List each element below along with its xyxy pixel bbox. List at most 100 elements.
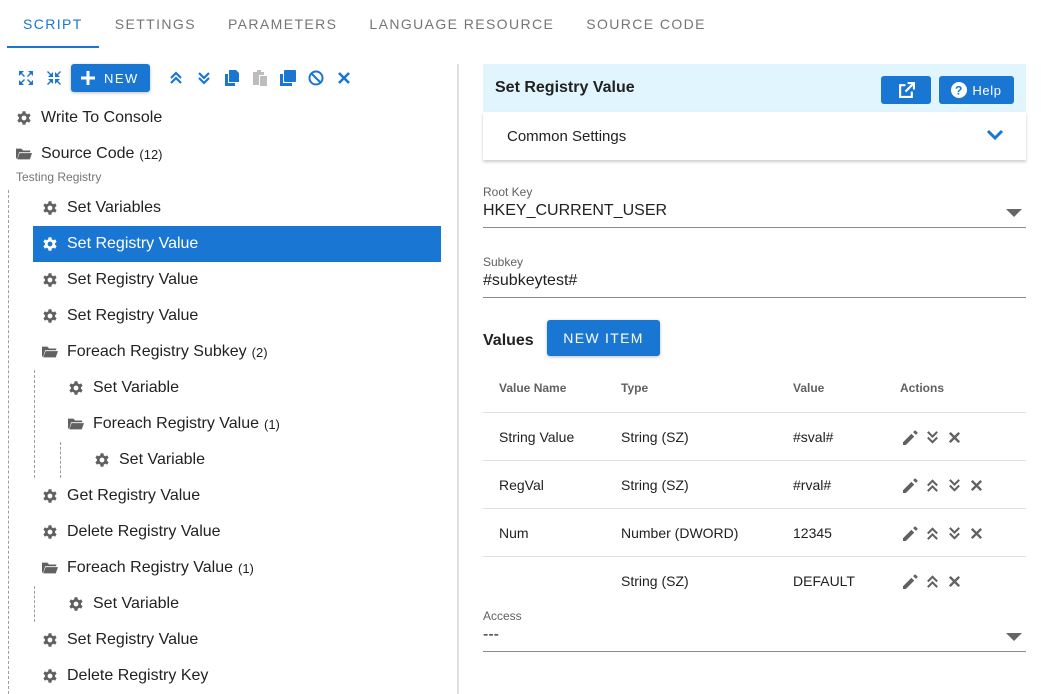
gear-icon [67, 595, 85, 613]
open-external-button[interactable] [881, 76, 931, 104]
subkey-field[interactable]: Subkey #subkeytest# [483, 255, 1026, 298]
tree-node[interactable]: Write To Console [15, 100, 162, 136]
cell-value: 12345 [793, 525, 832, 541]
gear-icon [41, 667, 59, 685]
tree-node-label: Delete Registry Key [67, 667, 209, 684]
tree-node[interactable]: Set Variable [67, 586, 179, 622]
tree-node-label: Set Registry Value [67, 307, 199, 324]
collapse-all-icon[interactable] [40, 64, 68, 92]
gear-icon [41, 307, 59, 325]
access-select[interactable]: Access --- [483, 609, 1026, 652]
row-actions [899, 475, 987, 495]
tree-guide-line [60, 442, 61, 478]
gear-icon [41, 235, 59, 253]
copy-icon[interactable] [218, 64, 246, 92]
tab-source-code[interactable]: Source Code [570, 0, 722, 48]
duplicate-icon[interactable] [274, 64, 302, 92]
group-label: Testing Registry [16, 170, 102, 184]
tree-node[interactable]: Set Variables [41, 190, 161, 226]
tree-node-label: Set Variable [119, 451, 205, 468]
tree-node[interactable]: Foreach Registry Value (1) [67, 406, 280, 442]
pencil-icon[interactable] [899, 475, 921, 495]
tab-settings[interactable]: Settings [99, 0, 212, 48]
move-up-icon[interactable] [921, 523, 943, 543]
chevron-down-icon [986, 129, 1004, 141]
tree-node[interactable]: Foreach Registry Value (1) [41, 550, 254, 586]
tree-node[interactable]: Set Variable [93, 442, 205, 478]
move-down-icon[interactable] [921, 427, 943, 447]
cell-value: #sval# [793, 429, 834, 445]
cell-value-name: RegVal [499, 477, 544, 493]
root-key-value: HKEY_CURRENT_USER [483, 202, 668, 219]
cell-value-name: Num [499, 525, 529, 541]
tree-node-label: Write To Console [41, 109, 163, 126]
gear-icon [93, 451, 111, 469]
tree-node[interactable]: Source Code (12) [15, 136, 163, 172]
tree-node-label: Set Variables [67, 199, 161, 216]
tab-script[interactable]: Script [0, 0, 99, 48]
common-settings-panel[interactable]: Common Settings [483, 112, 1026, 160]
disable-icon[interactable] [302, 64, 330, 92]
tab-bar: Script Settings Parameters Language Reso… [0, 0, 1041, 48]
move-down-icon[interactable] [943, 475, 965, 495]
pane-divider[interactable] [457, 64, 459, 694]
tree-node-label: Get Registry Value [67, 487, 201, 504]
gear-icon [41, 631, 59, 649]
folder-open-icon [15, 145, 33, 163]
cell-value-name: String Value [499, 429, 575, 445]
column-header-value-name: Value Name [499, 381, 567, 395]
close-icon[interactable] [943, 427, 965, 447]
tree-node[interactable]: Set Variable [67, 370, 179, 406]
tree-node[interactable]: Set Registry Value [41, 298, 198, 334]
close-icon[interactable] [943, 571, 965, 591]
close-icon[interactable] [965, 523, 987, 543]
move-down-icon[interactable] [190, 64, 218, 92]
question-circle-icon: ? [951, 82, 968, 98]
tree-node-label: Foreach Registry Value [67, 559, 233, 576]
access-label: Access [483, 609, 522, 623]
table-row: String (SZ) DEFAULT [483, 556, 1026, 604]
tab-parameters[interactable]: Parameters [212, 0, 353, 48]
gear-icon [67, 379, 85, 397]
tree-node-label: Set Registry Value [67, 631, 199, 648]
cell-type: Number (DWORD) [621, 525, 739, 541]
gear-icon [41, 523, 59, 541]
tree-node-label: Foreach Registry Subkey [67, 343, 247, 360]
plus-icon [81, 71, 95, 85]
tree-node-label: Set Variable [93, 379, 179, 396]
tree-node[interactable]: Delete Registry Key [41, 658, 208, 694]
pencil-icon[interactable] [899, 571, 921, 591]
tree-node[interactable]: Foreach Registry Subkey (2) [41, 334, 268, 370]
tree-node-label: Set Registry Value [67, 271, 199, 288]
tree-node[interactable]: Get Registry Value [41, 478, 200, 514]
tab-language-resource[interactable]: Language Resource [353, 0, 570, 48]
column-header-type: Type [621, 381, 649, 395]
tree-node[interactable]: Set Registry Value [41, 622, 198, 658]
paste-icon[interactable] [246, 64, 274, 92]
close-icon[interactable] [965, 475, 987, 495]
new-button[interactable]: NEW [71, 64, 150, 92]
svg-text:?: ? [955, 84, 963, 98]
folder-open-icon [41, 559, 59, 577]
root-key-select[interactable]: Root Key HKEY_CURRENT_USER [483, 185, 1026, 228]
row-actions [899, 427, 965, 447]
help-button[interactable]: ? Help [939, 76, 1014, 104]
gear-icon [41, 199, 59, 217]
move-up-icon[interactable] [921, 571, 943, 591]
new-item-button[interactable]: NEW ITEM [547, 320, 660, 356]
tree-node[interactable]: Set Registry Value [33, 226, 441, 262]
cell-type: String (SZ) [621, 429, 689, 445]
tree-node[interactable]: Set Registry Value [41, 262, 198, 298]
pencil-icon[interactable] [899, 523, 921, 543]
tree-node[interactable]: Delete Registry Value [41, 514, 221, 550]
expand-all-icon[interactable] [12, 64, 40, 92]
access-value: --- [483, 626, 499, 643]
tree-node-label: Foreach Registry Value [93, 415, 259, 432]
cell-value: DEFAULT [793, 573, 855, 589]
cell-value: #rval# [793, 477, 832, 493]
delete-icon[interactable] [330, 64, 358, 92]
move-down-icon[interactable] [943, 523, 965, 543]
move-up-icon[interactable] [162, 64, 190, 92]
pencil-icon[interactable] [899, 427, 921, 447]
move-up-icon[interactable] [921, 475, 943, 495]
